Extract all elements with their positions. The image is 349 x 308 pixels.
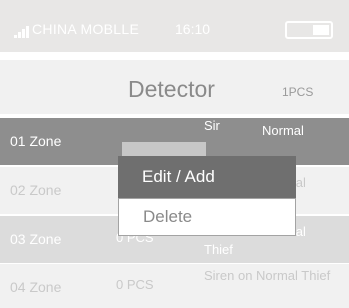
page-title: Detector bbox=[128, 76, 215, 102]
delete-menu-item[interactable]: Delete bbox=[118, 198, 296, 236]
zone-label: 02 Zone bbox=[10, 182, 62, 198]
carrier-name: CHINA MOBLLE bbox=[32, 21, 140, 37]
zone-label: 03 Zone bbox=[10, 231, 62, 247]
zone-pcs: 0 PCS bbox=[116, 277, 154, 292]
clock: 16:10 bbox=[175, 21, 211, 37]
detector-count: 1PCS bbox=[282, 85, 314, 99]
signal-icon bbox=[14, 26, 32, 38]
edit-add-menu-item[interactable]: Edit / Add bbox=[118, 156, 296, 198]
zone-row-04[interactable]: 04 Zone 0 PCS Siren on Normal Thief bbox=[0, 264, 349, 308]
zone-type: Thief bbox=[204, 242, 233, 257]
zone-label: 04 Zone bbox=[10, 279, 62, 295]
status-bar: CHINA MOBLLE 16:10 bbox=[0, 0, 349, 52]
battery-icon bbox=[285, 21, 333, 39]
zone-type: Siren on Normal Thief bbox=[204, 268, 331, 283]
zone-type: Sir bbox=[204, 118, 220, 133]
detector-header: Detector 1PCS bbox=[0, 60, 349, 114]
zone-label: 01 Zone bbox=[10, 133, 62, 149]
zone-status: Normal bbox=[262, 123, 304, 138]
